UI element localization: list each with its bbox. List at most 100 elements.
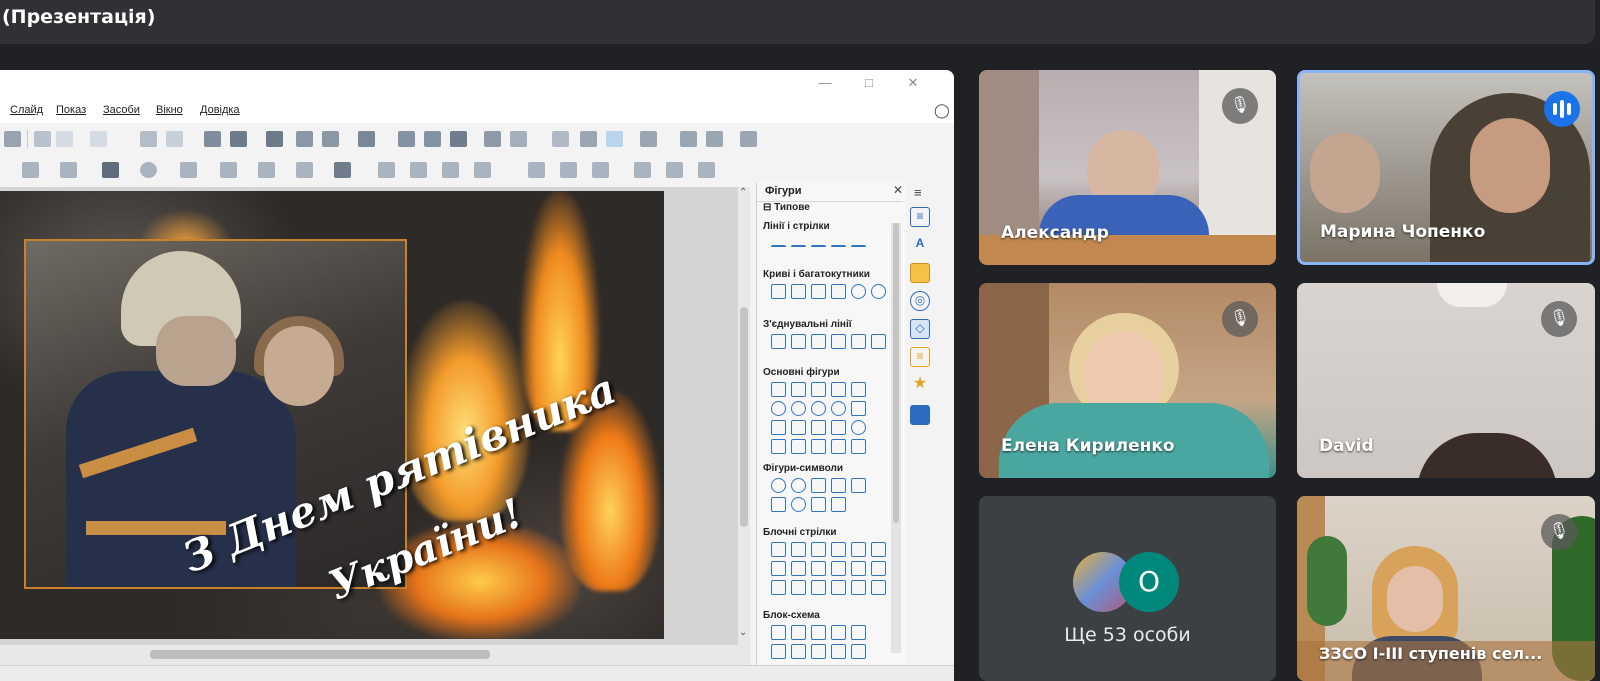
- category-symbol-shapes[interactable]: Фігури-символи: [763, 463, 843, 474]
- flowchart-shape[interactable]: [791, 644, 806, 659]
- connector-shape[interactable]: [871, 334, 886, 349]
- vertical-scrollbar[interactable]: ⌃ ⌄: [738, 187, 750, 665]
- sun-shape[interactable]: [791, 478, 806, 493]
- horizontal-scrollbar[interactable]: [0, 645, 738, 665]
- curve-shape[interactable]: [871, 284, 886, 299]
- scroll-up-icon[interactable]: ⌃: [739, 187, 747, 198]
- duplicate-slide-icon[interactable]: [322, 131, 339, 147]
- object-icon[interactable]: [680, 131, 697, 147]
- styles-deck-icon[interactable]: A: [910, 235, 930, 255]
- connector-shape[interactable]: [831, 334, 846, 349]
- lightning-shape[interactable]: [831, 478, 846, 493]
- participant-tile[interactable]: 🎙 Александр: [979, 70, 1276, 265]
- connector-shape[interactable]: [851, 334, 866, 349]
- category-basic-shapes[interactable]: Основні фігури: [763, 367, 840, 378]
- fontwork-icon[interactable]: [552, 131, 569, 147]
- interaction-icon[interactable]: [698, 162, 715, 178]
- category-connectors[interactable]: З'єднувальні лінії: [763, 319, 852, 330]
- frame-shape[interactable]: [851, 439, 866, 454]
- sidebar-group-toggle[interactable]: ⊟ Типове: [763, 202, 810, 213]
- circle-pie-shape[interactable]: [811, 401, 826, 416]
- flowchart-decision-shape[interactable]: [811, 625, 826, 640]
- scroll-down-icon[interactable]: ⌄: [739, 627, 747, 638]
- participant-tile[interactable]: 🎙 David: [1297, 283, 1595, 478]
- arrow-shape[interactable]: [791, 245, 806, 260]
- block-arrows-icon[interactable]: [180, 162, 197, 178]
- arrow-shape[interactable]: [831, 580, 846, 595]
- folded-corner-shape[interactable]: [831, 439, 846, 454]
- rectangle-shape[interactable]: [771, 382, 786, 397]
- arrow-shape[interactable]: [831, 561, 846, 576]
- flowchart-alternate-shape[interactable]: [791, 625, 806, 640]
- rotate-icon[interactable]: [378, 162, 395, 178]
- minimize-icon[interactable]: —: [816, 74, 834, 92]
- arrow-shape[interactable]: [811, 245, 826, 260]
- arrow-shape[interactable]: [851, 580, 866, 595]
- more-participants-tile[interactable]: O Ще 53 особи: [979, 496, 1276, 681]
- arrow-shape[interactable]: [871, 580, 886, 595]
- hexagon-shape[interactable]: [831, 420, 846, 435]
- menu-help[interactable]: Довідка: [200, 104, 240, 116]
- line-icon[interactable]: [22, 162, 39, 178]
- slide-transition-deck-icon[interactable]: [910, 405, 930, 425]
- flowchart-icon[interactable]: [220, 162, 237, 178]
- left-arrow-shape[interactable]: [771, 542, 786, 557]
- hyperlink-icon[interactable]: [580, 131, 597, 147]
- prohibited-shape[interactable]: [791, 497, 806, 512]
- glue-points-icon[interactable]: [634, 162, 651, 178]
- arrow-shape[interactable]: [771, 580, 786, 595]
- parallelogram-shape[interactable]: [851, 382, 866, 397]
- menu-show[interactable]: Показ: [56, 104, 86, 116]
- triangle-shape[interactable]: [771, 420, 786, 435]
- freeform-shape[interactable]: [831, 284, 846, 299]
- cross-shape[interactable]: [771, 439, 786, 454]
- 3d-objects-icon[interactable]: [334, 162, 351, 178]
- slide-editor[interactable]: З Днем рятівника України! ⌃ ⌄: [0, 187, 750, 665]
- connector-shape[interactable]: [771, 334, 786, 349]
- find-replace-icon[interactable]: [140, 131, 157, 147]
- curve-shape[interactable]: [771, 284, 786, 299]
- start-first-icon[interactable]: [266, 131, 283, 147]
- puzzle-shape[interactable]: [811, 497, 826, 512]
- ring-shape[interactable]: [851, 420, 866, 435]
- circle-shape[interactable]: [771, 401, 786, 416]
- slide-layout-icon[interactable]: [358, 131, 375, 147]
- scrollbar-thumb[interactable]: [150, 650, 490, 659]
- flowchart-shape[interactable]: [811, 644, 826, 659]
- rounded-square-shape[interactable]: [831, 382, 846, 397]
- basic-shapes-icon[interactable]: [102, 162, 119, 178]
- participant-tile[interactable]: 🎙 Елена Кириленко: [979, 283, 1276, 478]
- display-views-icon[interactable]: [204, 131, 221, 147]
- flowchart-document-shape[interactable]: [851, 625, 866, 640]
- redo-icon[interactable]: [90, 131, 107, 147]
- menu-tools[interactable]: Засоби: [103, 104, 140, 116]
- cylinder-shape[interactable]: [791, 439, 806, 454]
- smiley-shape[interactable]: [771, 478, 786, 493]
- bracket-shape[interactable]: [831, 497, 846, 512]
- arrow-shape[interactable]: [791, 580, 806, 595]
- master-slides-deck-icon[interactable]: ≡: [910, 347, 930, 367]
- undo-icon[interactable]: [56, 131, 73, 147]
- more-options-icon[interactable]: [740, 131, 757, 147]
- left-right-arrow-shape[interactable]: [851, 542, 866, 557]
- close-icon[interactable]: ✕: [904, 74, 922, 92]
- scrollbar-thumb[interactable]: [893, 223, 899, 523]
- rounded-rectangle-shape[interactable]: [791, 382, 806, 397]
- clone-format-icon[interactable]: [34, 131, 51, 147]
- new-slide-icon[interactable]: [296, 131, 313, 147]
- arrow-shape[interactable]: [791, 561, 806, 576]
- moon-shape[interactable]: [811, 478, 826, 493]
- shadow-icon[interactable]: [528, 162, 545, 178]
- zoom-icon[interactable]: [706, 131, 723, 147]
- polygon-shape[interactable]: [811, 284, 826, 299]
- globe-icon[interactable]: ◯: [934, 102, 950, 119]
- animation-deck-icon[interactable]: ★: [910, 375, 930, 395]
- right-arrow-shape[interactable]: [791, 542, 806, 557]
- menu-window[interactable]: Вікно: [156, 104, 183, 116]
- line-shape[interactable]: [771, 245, 786, 260]
- slide-canvas[interactable]: З Днем рятівника України!: [0, 191, 664, 639]
- stars-icon[interactable]: [296, 162, 313, 178]
- arrow-shape[interactable]: [851, 245, 866, 260]
- arrow-shape[interactable]: [851, 561, 866, 576]
- arrow-shape[interactable]: [771, 561, 786, 576]
